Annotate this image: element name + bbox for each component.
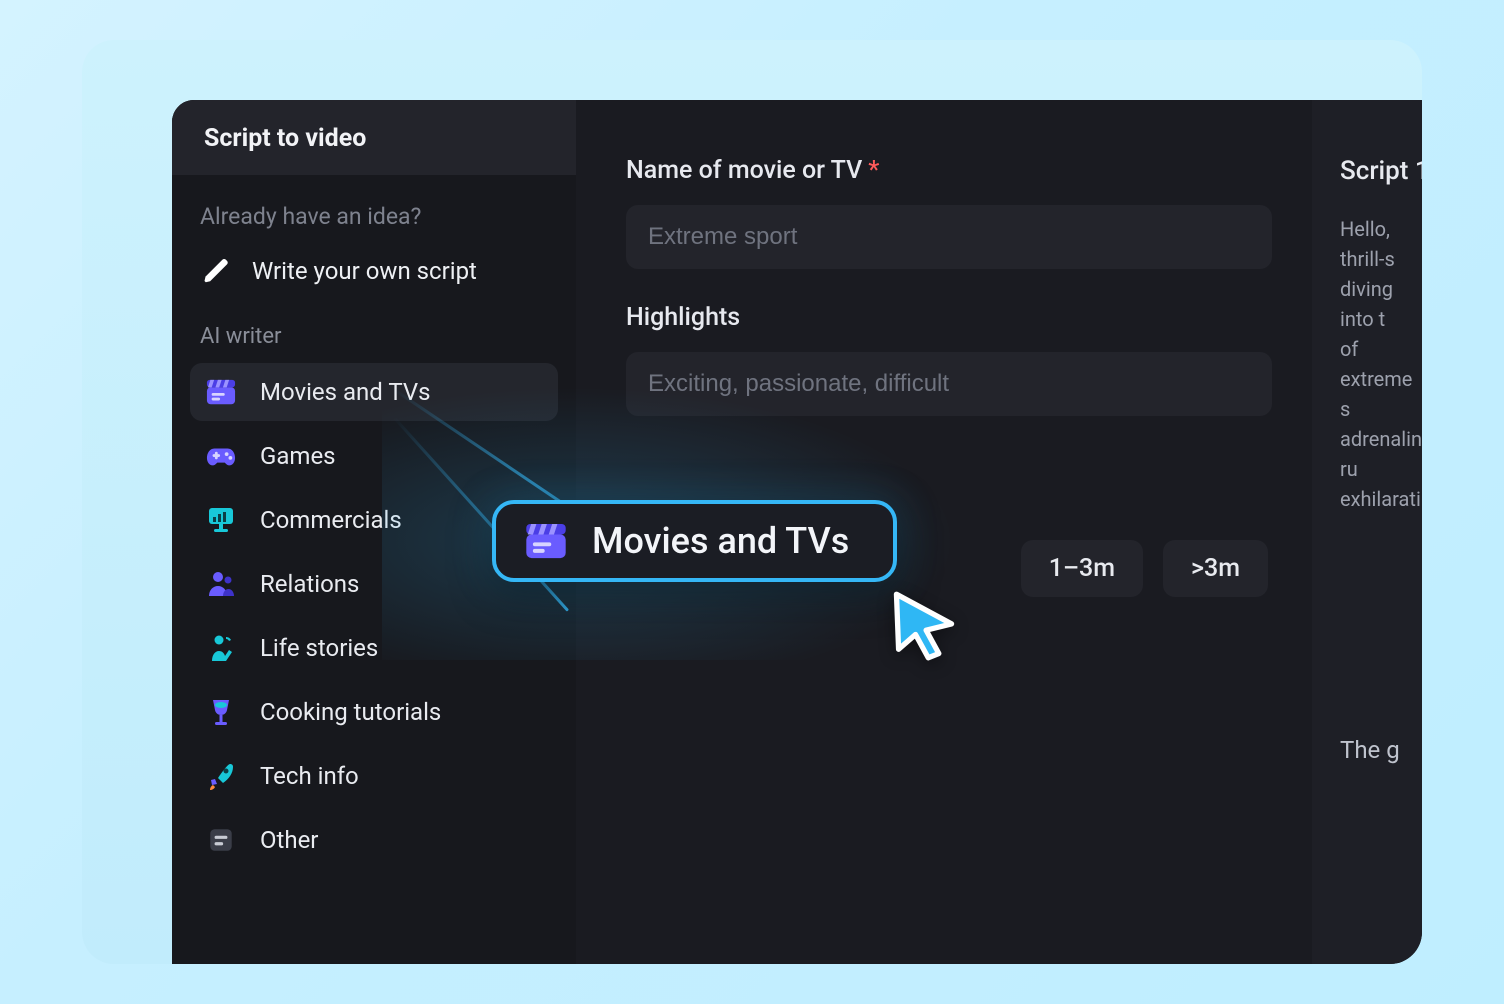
sidebar-item-label: Relations [260, 570, 359, 598]
sidebar-item-label: Life stories [260, 634, 378, 662]
sidebar-item-label: Movies and TVs [260, 378, 431, 406]
person-icon [204, 569, 238, 599]
sidebar-item-games[interactable]: Games [190, 427, 558, 485]
script-preview-panel: Script 1 Hello, thrill-s diving into t o… [1312, 100, 1422, 964]
clapper-icon [204, 377, 238, 407]
sidebar-item-label: Commercials [260, 506, 402, 534]
script-body: Hello, thrill-s diving into t of extreme… [1340, 214, 1422, 514]
promo-frame: Script to video Already have an idea? Wr… [82, 40, 1422, 964]
sidebar-title: Script to video [172, 100, 576, 175]
sidebar-item-label: Tech info [260, 762, 359, 790]
gamepad-icon [204, 441, 238, 471]
sidebar-item-movies-and-tvs[interactable]: Movies and TVs [190, 363, 558, 421]
script-title: Script 1 [1340, 156, 1422, 186]
sidebar-item-label: Cooking tutorials [260, 698, 441, 726]
duration-chip-1-3m[interactable]: 1–3m [1021, 540, 1143, 597]
duration-chip-gt-3m[interactable]: >3m [1163, 540, 1268, 597]
sidebar-item-life-stories[interactable]: Life stories [190, 619, 558, 677]
highlights-input[interactable] [626, 352, 1272, 416]
person-wave-icon [204, 633, 238, 663]
callout-label: Movies and TVs [592, 520, 849, 562]
sidebar-item-label: Other [260, 826, 318, 854]
category-list: Movies and TVs Games Commercials [190, 363, 558, 869]
sidebar-item-tech-info[interactable]: Tech info [190, 747, 558, 805]
highlights-label: Highlights [626, 303, 1272, 332]
name-input[interactable] [626, 205, 1272, 269]
ai-writer-section-label: AI writer [190, 294, 558, 363]
clapper-icon [524, 521, 568, 561]
name-label: Name of movie or TV* [626, 156, 1272, 185]
sidebar-item-other[interactable]: Other [190, 811, 558, 869]
sidebar-hint: Already have an idea? [190, 197, 558, 248]
write-own-script-button[interactable]: Write your own script [190, 248, 558, 294]
script-more: The g [1340, 736, 1400, 764]
pencil-icon [200, 256, 234, 286]
note-icon [204, 825, 238, 855]
write-own-script-label: Write your own script [252, 257, 477, 285]
sidebar-item-cooking-tutorials[interactable]: Cooking tutorials [190, 683, 558, 741]
required-asterisk: * [868, 156, 879, 185]
presentation-icon [204, 505, 238, 535]
rocket-icon [204, 761, 238, 791]
sidebar-item-label: Games [260, 442, 336, 470]
glass-icon [204, 697, 238, 727]
callout-movies-and-tvs[interactable]: Movies and TVs [492, 500, 897, 582]
